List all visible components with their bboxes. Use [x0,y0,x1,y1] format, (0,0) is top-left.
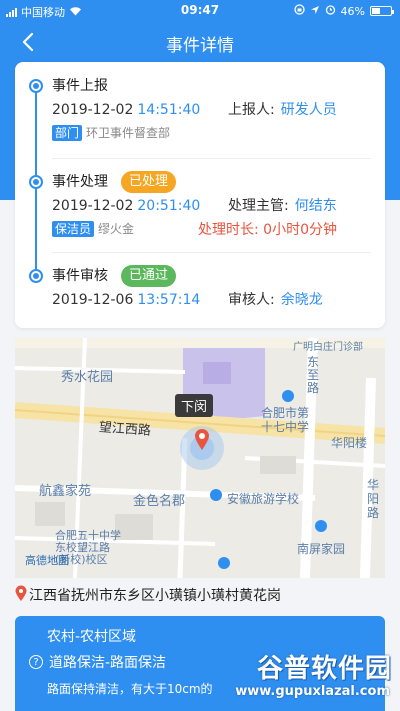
timeline-dot [29,79,43,93]
event-timeline-card: 事件上报 2019-12-02 14:51:40 上报人: 研发人员 部门 环卫事件… [15,62,385,328]
question-icon: ? [29,655,43,669]
step-datetime: 2019-12-02 14:51:40 [52,100,200,120]
step-time: 20:51:40 [137,198,201,214]
map-label-jinse: 金色名郡 [133,494,186,509]
status-right: 46% [293,4,394,18]
event-description: 路面保持清洁，有大于10cm的 [47,682,213,696]
map-label-huayang-road: 华 阳 路 [367,478,380,520]
map-label-anhui: 安徽旅游学校 [227,492,300,506]
step-date: 2019-12-02 [52,102,134,118]
cleaner-row: 保洁员 缪火金 [52,220,134,238]
location-pin-icon [15,585,27,605]
step-time: 13:57:14 [137,292,201,308]
reporter-label: 上报人: [228,102,275,118]
step-name: 事件上报 [52,78,108,94]
status-badge-handled: 已处理 [121,171,177,193]
map-label-huayang: 华阳楼 [331,436,368,450]
step-name: 事件处理 [52,174,108,190]
step-date: 2019-12-02 [52,198,134,214]
watermark-brand: 谷普软件园 [256,654,392,684]
category-row: ? 道路保洁-路面保洁 [29,652,166,672]
department-chip: 部门 [52,125,83,141]
battery-percent: 46% [340,4,365,18]
map-label-road: 望江西路 [98,420,152,439]
reporter-field: 上报人: 研发人员 [228,100,337,120]
alarm-icon [325,4,336,18]
supervisor-field: 处理主管: 何结东 [228,196,337,216]
handle-duration: 处理时长: 0小时0分钟 [198,222,337,238]
step-datetime: 2019-12-02 20:51:40 [52,196,200,216]
rotation-lock-icon [293,4,305,18]
map-label-dongzhi: 东 至 路 [307,355,320,395]
watermark: 谷普软件园 www.gupuxlazal.com [212,648,392,708]
department-value: 环卫事件督查部 [86,126,171,140]
divider [52,158,371,159]
watermark-url: www.gupuxlazal.com [235,684,390,699]
map-label-hangxin: 航鑫家苑 [39,484,92,499]
step-name: 事件审核 [52,268,108,284]
cleaner-value: 缪火金 [98,222,135,236]
amap-logo: 高德地图 [25,554,69,567]
divider [52,252,371,253]
map-label-top-right: 广明白庄门诊部 [293,342,363,353]
address-row: 江西省抚州市东乡区小璜镇小璜村黄花岗 [15,584,400,606]
category-text: 道路保洁-路面保洁 [49,655,167,671]
location-arrow-icon [310,5,320,18]
department-row: 部门 环卫事件督查部 [52,124,170,142]
step-time: 14:51:40 [137,102,201,118]
supervisor-value: 何结东 [294,198,337,214]
reviewer-value: 余晓龙 [280,292,323,308]
map-marker-label: 下闵 [175,394,214,417]
status-badge-approved: 已通过 [121,265,177,287]
timeline-dot [29,269,43,283]
step-date: 2019-12-06 [52,292,134,308]
step-datetime: 2019-12-06 13:57:14 [52,290,200,310]
cleaner-chip: 保洁员 [52,221,95,237]
map-label-hefei17: 合肥市第 十七中学 [261,406,310,434]
timeline-dot [29,175,43,189]
reporter-value: 研发人员 [280,102,337,118]
nav-bar: 事件详情 [0,22,400,62]
address-text: 江西省抚州市东乡区小璜镇小璜村黄花岗 [29,588,281,604]
area-type: 农村-农村区域 [47,629,137,645]
supervisor-label: 处理主管: [228,198,289,214]
location-map[interactable]: 秀水花园 望江西路 航鑫家苑 金色名郡 合肥市第 十七中学 安徽旅游学校 合肥五… [15,338,385,578]
status-bar: 中国移动 09:47 46% [0,0,400,22]
map-label-xiushui: 秀水花园 [61,370,114,385]
battery-icon [370,6,394,16]
reviewer-label: 审核人: [228,292,275,308]
page-title: 事件详情 [166,36,234,56]
reviewer-field: 审核人: 余晓龙 [228,290,323,310]
map-label-nanping: 南屏家园 [297,542,346,556]
